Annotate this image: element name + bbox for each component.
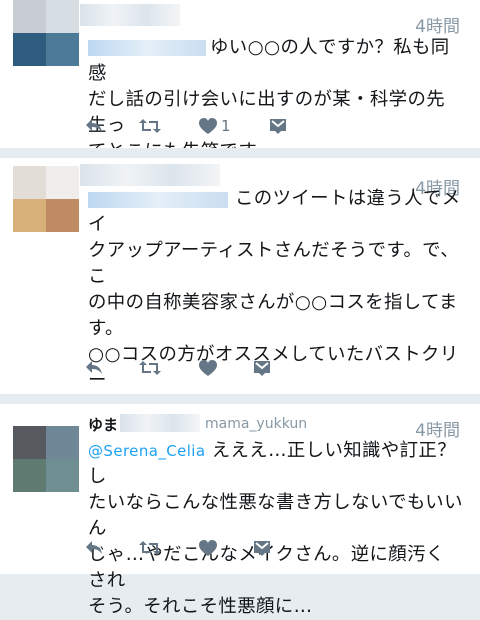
retweet-icon [139, 541, 161, 555]
tweet-card[interactable]: ゆま mama_yukkun 4時間 @Serena_Celia えええ…正しい… [0, 404, 480, 617]
dm-button[interactable] [252, 538, 272, 558]
like-icon [199, 118, 217, 134]
dm-icon [254, 361, 270, 376]
avatar-pixel [13, 0, 46, 33]
reply-icon [86, 119, 102, 132]
tweet-text: ゆい○○の人ですか？私も同感 だし話の引け会いに出すのが某・科学の先生っ てとこ… [88, 37, 450, 162]
display-name-redacted [80, 4, 180, 26]
tweet-text-content: えええ…正しい知識や訂正？し たいならこんな性悪な書き方しないでもいいん じゃ…… [88, 440, 463, 617]
action-bar [84, 358, 304, 378]
like-icon [199, 360, 217, 376]
dm-icon [254, 541, 270, 556]
retweet-button[interactable] [138, 358, 162, 378]
avatar-pixel [46, 459, 79, 492]
display-name-text: ゆま [88, 416, 119, 434]
reply-button[interactable] [84, 116, 104, 136]
avatar-pixel [13, 33, 46, 66]
display-name-redacted [80, 164, 220, 186]
retweet-icon [139, 119, 161, 133]
tweet-card[interactable]: 4時間 ゆい○○の人ですか？私も同感 だし話の引け会いに出すのが某・科学の先生っ… [0, 0, 480, 162]
action-bar: 1 [84, 116, 304, 136]
reply-button[interactable] [84, 358, 104, 378]
avatar-pixel [13, 459, 46, 492]
retweet-button[interactable] [138, 538, 162, 558]
avatar-pixel [46, 0, 79, 33]
avatar-pixel [46, 33, 79, 66]
mention-link[interactable]: @Serena_Celia [88, 442, 205, 460]
dm-button[interactable] [268, 116, 288, 136]
reply-button[interactable] [84, 538, 104, 558]
avatar[interactable] [13, 0, 79, 66]
display-name[interactable]: ゆま [88, 414, 118, 435]
dm-button[interactable] [252, 358, 272, 378]
like-button[interactable]: 1 [198, 116, 231, 136]
avatar-pixel [13, 426, 46, 459]
separator [0, 148, 480, 158]
dm-icon [270, 119, 286, 134]
avatar-pixel [46, 426, 79, 459]
tweet-card[interactable]: 4時間 このツイートは違う人でメイ クアップアーティストさんだそうです。で、こ … [0, 158, 480, 521]
tweet-text: @Serena_Celia えええ…正しい知識や訂正？し たいならこんな性悪な書… [88, 438, 463, 620]
like-count: 1 [221, 117, 231, 135]
reply-icon [86, 541, 102, 554]
retweet-icon [139, 361, 161, 375]
avatar[interactable] [13, 166, 79, 232]
reply-icon [86, 361, 102, 374]
avatar-pixel [13, 166, 46, 199]
avatar-pixel [46, 199, 79, 232]
like-button[interactable] [198, 538, 218, 558]
timestamp[interactable]: 4時間 [415, 12, 460, 37]
avatar-pixel [13, 199, 46, 232]
display-name-redacted [120, 414, 200, 432]
like-icon [199, 540, 217, 556]
separator [0, 394, 480, 404]
like-button[interactable] [198, 358, 218, 378]
avatar-pixel [46, 166, 79, 199]
retweet-button[interactable] [138, 116, 162, 136]
user-handle[interactable]: mama_yukkun [205, 416, 307, 432]
avatar[interactable] [13, 426, 79, 492]
action-bar [84, 538, 304, 558]
